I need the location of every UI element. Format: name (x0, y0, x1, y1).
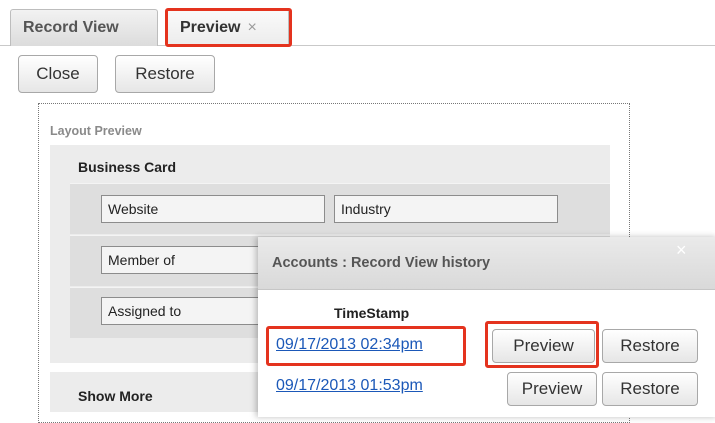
history-restore-button-label: Restore (620, 379, 680, 398)
restore-button-label: Restore (135, 64, 195, 83)
history-preview-button-label: Preview (513, 336, 574, 355)
field-website[interactable]: Website (101, 195, 325, 223)
close-icon[interactable]: × (247, 19, 256, 37)
history-popup-title: Accounts : Record View history (272, 255, 491, 271)
history-timestamp-link[interactable]: 09/17/2013 01:53pm (276, 377, 423, 395)
tab-preview[interactable]: Preview × (167, 9, 289, 46)
field-industry[interactable]: Industry (334, 195, 558, 223)
layout-preview-label: Layout Preview (50, 124, 142, 138)
history-timestamp-link[interactable]: 09/17/2013 02:34pm (276, 336, 423, 354)
tab-preview-label: Preview (180, 19, 241, 36)
tab-record-view-label: Record View (23, 19, 119, 36)
close-button[interactable]: Close (18, 55, 98, 93)
business-card-title: Business Card (78, 159, 177, 175)
history-preview-button-label: Preview (521, 379, 583, 398)
tab-record-view[interactable]: Record View (10, 9, 158, 46)
history-restore-button[interactable]: Restore (602, 372, 698, 406)
show-more-title: Show More (78, 388, 153, 404)
restore-button[interactable]: Restore (115, 55, 215, 93)
close-button-label: Close (36, 64, 80, 83)
history-preview-button[interactable]: Preview (507, 372, 597, 406)
history-preview-button[interactable]: Preview (492, 329, 595, 363)
close-icon[interactable]: × (676, 240, 687, 261)
history-restore-button-label: Restore (620, 336, 680, 355)
history-restore-button[interactable]: Restore (602, 329, 698, 363)
timestamp-column-header: TimeStamp (334, 305, 410, 321)
